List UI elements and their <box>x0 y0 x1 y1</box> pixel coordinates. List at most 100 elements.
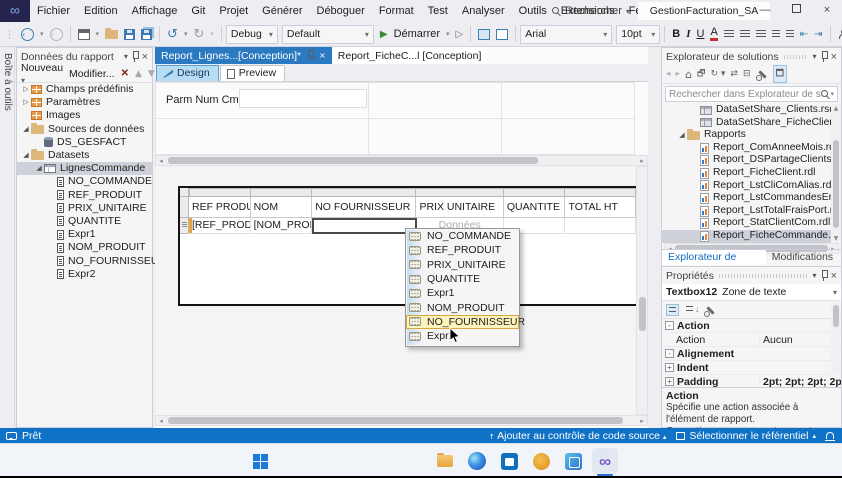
dock-tab-explorateur-de-solutions[interactable]: Explorateur de solutions <box>662 250 766 278</box>
solution-platform-dropdown[interactable]: Default ▾ <box>281 24 374 44</box>
pin-icon[interactable] <box>131 51 139 62</box>
switch-views-icon[interactable]: 🗗 <box>697 66 705 82</box>
object-selector[interactable]: Textbox12 Zone de texte ▾ <box>662 284 841 301</box>
scroll-left-icon[interactable]: ◂ <box>156 157 166 165</box>
navigate-back-icon[interactable]: ‹ <box>21 27 34 41</box>
store-icon[interactable] <box>496 448 522 474</box>
property-value[interactable]: Aucun <box>759 333 841 346</box>
solution-item-report-lstcommandesencours-rdl[interactable]: Report_LstCommandesEnCours.rdl <box>662 192 841 205</box>
property-row-indent[interactable]: + Indent <box>662 361 841 375</box>
tree-item-prix-unitaire[interactable]: PRIX_UNITAIRE <box>17 202 152 215</box>
tree-item-champs-predefinis[interactable]: ▷ Champs prédéfinis <box>17 83 152 96</box>
minimize-button[interactable]: — <box>750 0 780 22</box>
parameter-grid-cell[interactable] <box>501 82 635 119</box>
save-all-icon[interactable] <box>141 28 153 40</box>
pin-icon[interactable] <box>820 270 828 281</box>
scroll-thumb[interactable] <box>168 417 623 424</box>
data-cell-1[interactable]: [NOM_PRODUIT <box>250 218 313 234</box>
decrease-indent-icon[interactable]: ⇤ <box>800 29 808 40</box>
expander-expand-icon[interactable]: + <box>665 377 674 386</box>
design-hscrollbar[interactable]: ◂ ▸ <box>155 415 648 426</box>
menu-item-analyser[interactable]: Analyser <box>455 5 512 17</box>
tree-item-images[interactable]: Images <box>17 109 152 122</box>
close-tab-icon[interactable]: × <box>319 48 326 64</box>
tree-item-parametres[interactable]: ▷ Paramètres <box>17 96 152 109</box>
solution-vscrollbar[interactable]: ▲ ▼ <box>831 104 841 243</box>
solution-item-report-dspartageclients-rdl[interactable]: Report_DSPartageClients.rdl <box>662 154 841 167</box>
tree-item-quantite[interactable]: QUANTITE <box>17 215 152 228</box>
font-color-button[interactable]: A <box>710 27 718 41</box>
parameter-grid-cell[interactable] <box>501 118 635 155</box>
solution-item-datasetshare-clients-rsd[interactable]: DataSetShare_Clients.rsd <box>662 104 841 117</box>
column-handle[interactable] <box>250 188 313 197</box>
sync-icon[interactable]: ⇄ <box>730 69 738 79</box>
notifications-bell-icon[interactable] <box>825 432 835 441</box>
pin-icon[interactable] <box>306 50 315 61</box>
italic-button[interactable]: I <box>686 28 690 40</box>
expander-icon[interactable]: ▷ <box>21 96 31 109</box>
table-corner-handle[interactable] <box>180 188 189 197</box>
field-menu-item-expr1[interactable]: Expr1 <box>406 286 519 300</box>
collapse-all-icon[interactable]: ⊟ <box>743 69 751 79</box>
menu-item-outils[interactable]: Outils <box>512 5 554 17</box>
window-position-icon[interactable]: ▾ <box>813 271 817 280</box>
header-cell-total-ht[interactable]: TOTAL HT <box>565 197 636 218</box>
parameters-hscrollbar[interactable]: ◂ ▸ <box>155 155 648 166</box>
header-cell-no-fournisseur[interactable]: NO FOURNISSEUR <box>312 197 417 218</box>
pin-icon[interactable] <box>820 51 828 62</box>
tree-item-ref-produit[interactable]: REF_PRODUIT <box>17 189 152 202</box>
visual-studio-taskbar-icon[interactable]: ∞ <box>592 448 618 476</box>
new-dropdown-icon[interactable]: ▾ <box>96 30 100 38</box>
start-dropdown-icon[interactable]: ▾ <box>446 30 450 38</box>
attach-icon[interactable] <box>478 28 491 40</box>
scroll-down-icon[interactable]: ▼ <box>832 235 840 242</box>
row-handle[interactable] <box>180 218 189 234</box>
increase-indent-icon[interactable]: ⇥ <box>814 29 822 40</box>
bold-button[interactable]: B <box>672 28 680 40</box>
new-menu-button[interactable]: Nouveau ▾ <box>21 62 63 86</box>
home-icon[interactable]: ⌂ <box>685 68 692 81</box>
menu-item-test[interactable]: Test <box>421 5 455 17</box>
parameter-value-box[interactable] <box>239 89 367 108</box>
header-cell-prix-unitaire[interactable]: PRIX UNITAIRE <box>416 197 504 218</box>
row-handle[interactable] <box>180 197 189 218</box>
document-tab-report-lignes-conception[interactable]: Report_Lignes...[Conception]* × <box>155 47 332 64</box>
field-menu-item-nom-produit[interactable]: NOM_PRODUIT <box>406 300 519 314</box>
close-panel-icon[interactable]: × <box>142 51 148 63</box>
close-panel-icon[interactable]: × <box>831 270 837 282</box>
refresh-icon[interactable]: ↻ ▾ <box>711 69 726 79</box>
tree-item-no-commande[interactable]: NO_COMMANDE <box>17 175 152 188</box>
font-name-dropdown[interactable]: Arial ▾ <box>520 24 613 44</box>
live-share-icon[interactable] <box>838 29 842 39</box>
design-vscrollbar[interactable] <box>636 166 648 415</box>
window-position-icon[interactable]: ▾ <box>813 52 817 61</box>
column-handle[interactable] <box>565 188 637 197</box>
align-right-icon[interactable] <box>755 30 766 38</box>
close-panel-icon[interactable]: × <box>831 51 837 63</box>
field-menu-item-quantite[interactable]: QUANTITE <box>406 272 519 286</box>
header-cell-nom[interactable]: NOM <box>250 197 313 218</box>
menu-item-generer[interactable]: Générer <box>255 5 309 17</box>
solution-search-box[interactable]: Rechercher dans Explorateur de solutions… <box>665 86 838 102</box>
close-button[interactable]: × <box>812 0 842 22</box>
solution-item-report-fichecommande-rdl[interactable]: Report_FicheCommande.rdl <box>662 229 841 243</box>
solution-item-report-comanneemois-rdl[interactable]: Report_ComAnneeMois.rdl <box>662 142 841 155</box>
solution-item-rapports[interactable]: ◢ Rapports <box>662 128 841 142</box>
delete-icon[interactable]: ✕ <box>121 68 129 79</box>
menu-item-fichier[interactable]: Fichier <box>30 5 77 17</box>
header-cell-ref-produit[interactable]: REF PRODUIT <box>189 197 251 218</box>
parameter-grid-cell[interactable] <box>155 118 369 155</box>
tree-item-no-fournisseur[interactable]: NO_FOURNISSEUR <box>17 254 166 267</box>
photos-app-icon[interactable] <box>560 448 586 474</box>
bullet-list-icon[interactable] <box>785 30 794 38</box>
solution-item-report-statclientcom-rdl[interactable]: Report_StatClientCom.rdl <box>662 217 841 230</box>
scroll-up-icon[interactable]: ▲ <box>832 105 840 112</box>
start-debug-label[interactable]: Démarrer <box>394 28 440 40</box>
expander-icon[interactable]: ◢ <box>21 123 31 136</box>
data-cell-0[interactable]: [REF_PRODUIT <box>189 218 251 234</box>
tree-item-nom-produit[interactable]: NOM_PRODUIT <box>17 241 152 254</box>
preview-selected-icon[interactable]: 🗖 <box>772 65 788 83</box>
start-debug-icon[interactable]: ▶ <box>380 29 388 40</box>
property-pages-icon[interactable] <box>704 304 716 317</box>
field-menu-item-no-fournisseur[interactable]: NO_FOURNISSEUR <box>406 314 525 330</box>
